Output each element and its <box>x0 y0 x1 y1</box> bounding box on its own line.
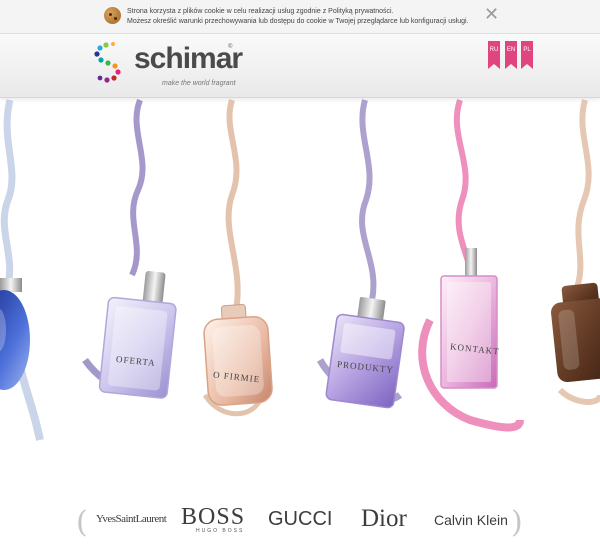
cookie-notice-bar: Strona korzysta z plików cookie w celu r… <box>0 0 600 34</box>
brand-logo-boss[interactable]: BOSS <box>181 504 245 531</box>
ribbons-and-bottles-illustration <box>0 98 600 441</box>
carousel-prev-button[interactable]: ( <box>76 505 88 540</box>
logo-dots-icon <box>94 42 121 83</box>
brand-logo-dior[interactable]: Dior <box>361 505 407 533</box>
language-en-button[interactable]: EN <box>505 41 517 69</box>
brand-carousel: ( YvesSaintLaurent BOSS HUGO BOSS GUCCI … <box>0 498 600 548</box>
hero-scene: OFERTA O FIRMIE PRODUKTY KONTAKT <box>0 98 600 468</box>
cookie-notice-line-2: Możesz określić warunki przechowywania l… <box>127 18 469 25</box>
cookie-icon <box>104 7 121 24</box>
logo[interactable]: schimar ® make the world fragrant <box>92 40 243 94</box>
carousel-next-button[interactable]: ) <box>511 505 523 540</box>
logo-text: schimar <box>134 42 243 75</box>
brand-logo-calvin-klein[interactable]: Calvin Klein <box>434 512 508 528</box>
language-pl-button[interactable]: PL <box>521 41 533 69</box>
language-ru-button[interactable]: RU <box>488 41 500 69</box>
close-icon[interactable]: ✕ <box>484 6 499 24</box>
brand-logo-gucci[interactable]: GUCCI <box>268 508 332 531</box>
cookie-notice-line-1: Strona korzysta z plików cookie w celu r… <box>127 8 394 15</box>
brand-logo-boss-sub: HUGO BOSS <box>196 528 245 534</box>
logo-tagline: make the world fragrant <box>162 80 236 87</box>
logo-trademark: ® <box>228 44 233 50</box>
cookie-notice-text: Strona korzysta z plików cookie w celu r… <box>127 7 469 27</box>
brand-logo-ysl[interactable]: YvesSaintLaurent <box>96 513 167 525</box>
